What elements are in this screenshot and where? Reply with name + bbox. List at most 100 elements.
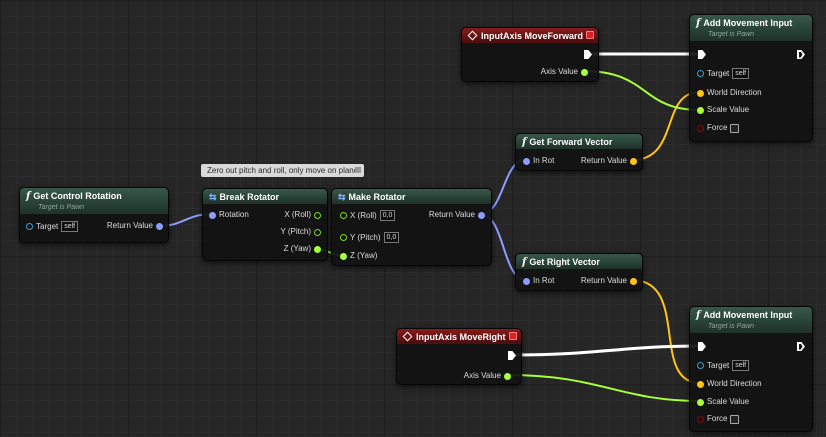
pin-label: Return Value xyxy=(106,221,153,230)
pin-exec-in[interactable] xyxy=(698,342,706,351)
float-pin-icon[interactable] xyxy=(697,106,704,114)
pin-target[interactable]: Target self xyxy=(697,360,750,371)
pin-scale-value[interactable]: Scale Value xyxy=(697,397,749,407)
pin-rotation[interactable]: Rotation xyxy=(209,210,249,220)
node-get-right-vector[interactable]: f Get Right Vector In Rot Return Value xyxy=(515,253,643,291)
function-icon: f xyxy=(26,191,31,202)
pin-exec-in[interactable] xyxy=(698,50,706,59)
x-roll-field[interactable]: 0,0 xyxy=(379,210,396,221)
vector-pin-icon[interactable] xyxy=(630,157,637,165)
pin-return-value[interactable]: Return Value xyxy=(581,276,637,286)
rotator-pin-icon[interactable] xyxy=(523,277,530,285)
exec-arrow-icon[interactable] xyxy=(698,50,706,59)
float-pin-icon[interactable] xyxy=(314,245,321,253)
vector-pin-icon[interactable] xyxy=(630,277,637,285)
event-diamond-icon xyxy=(402,331,413,342)
pin-label: Y (Pitch) xyxy=(350,232,381,242)
pin-label: Rotation xyxy=(219,210,249,219)
vector-pin-icon[interactable] xyxy=(697,380,704,388)
node-add-movement-input-forward[interactable]: f Add Movement Input Target is Pawn Targe… xyxy=(689,14,813,142)
pin-axis-value[interactable]: Axis Value xyxy=(541,67,588,77)
exec-arrow-icon[interactable] xyxy=(698,342,706,351)
pin-force[interactable]: Force xyxy=(697,414,740,424)
pin-world-direction[interactable]: World Direction xyxy=(697,379,762,389)
bool-pin-icon[interactable] xyxy=(697,124,704,132)
node-header[interactable]: ⇆ Break Rotator xyxy=(203,189,327,204)
float-pin-icon[interactable] xyxy=(314,228,321,236)
pin-in-rot[interactable]: In Rot xyxy=(523,276,554,286)
pin-world-direction[interactable]: World Direction xyxy=(697,88,762,98)
node-header[interactable]: f Add Movement Input Target is Pawn xyxy=(690,307,812,333)
event-close-icon xyxy=(586,31,594,39)
exec-arrow-icon[interactable] xyxy=(508,351,516,360)
pin-target[interactable]: Target self xyxy=(697,68,750,79)
pin-exec-out[interactable] xyxy=(797,50,805,59)
pin-target[interactable]: Target self xyxy=(26,221,79,232)
float-pin-icon[interactable] xyxy=(340,252,347,260)
node-header[interactable]: f Get Control Rotation Target is Pawn xyxy=(20,188,168,214)
pin-force[interactable]: Force xyxy=(697,123,740,133)
pin-y-pitch[interactable]: Y (Pitch) xyxy=(280,227,321,237)
rotator-pin-icon[interactable] xyxy=(209,211,216,219)
pin-in-rot[interactable]: In Rot xyxy=(523,156,554,166)
pin-label: Return Value xyxy=(428,210,475,219)
pin-exec-out[interactable] xyxy=(508,351,516,360)
exec-arrow-icon[interactable] xyxy=(584,50,592,59)
pin-x-roll[interactable]: X (Roll) 0,0 xyxy=(340,210,396,221)
node-get-control-rotation[interactable]: f Get Control Rotation Target is Pawn Tar… xyxy=(19,187,169,243)
pin-scale-value[interactable]: Scale Value xyxy=(697,105,749,115)
pin-return-value[interactable]: Return Value xyxy=(107,221,163,231)
rotator-pin-icon[interactable] xyxy=(156,222,163,230)
pin-return-value[interactable]: Return Value xyxy=(581,156,637,166)
pin-label: Axis Value xyxy=(540,67,578,76)
node-inputaxis-moveright[interactable]: InputAxis MoveRight Axis Value xyxy=(396,328,522,385)
rotator-pin-icon[interactable] xyxy=(478,211,485,219)
node-header[interactable]: InputAxis MoveRight xyxy=(397,329,521,344)
node-header[interactable]: InputAxis MoveForward xyxy=(462,28,598,43)
node-title: InputAxis MoveRight xyxy=(416,332,506,342)
target-self-field[interactable]: self xyxy=(732,360,750,371)
float-pin-icon[interactable] xyxy=(340,212,347,219)
node-header[interactable]: ⇆ Make Rotator xyxy=(332,189,491,204)
pin-return-value[interactable]: Return Value xyxy=(429,210,485,220)
pin-z-yaw[interactable]: Z (Yaw) xyxy=(284,244,321,254)
node-get-forward-vector[interactable]: f Get Forward Vector In Rot Return Value xyxy=(515,133,643,171)
bool-pin-icon[interactable] xyxy=(697,415,704,423)
force-checkbox[interactable] xyxy=(730,414,740,424)
pin-label: Target xyxy=(707,68,730,78)
pin-label: Target xyxy=(36,221,59,231)
node-make-rotator[interactable]: ⇆ Make Rotator X (Roll) 0,0 Y (Pitch) 0,0… xyxy=(331,188,492,266)
float-pin-icon[interactable] xyxy=(581,68,588,76)
float-pin-icon[interactable] xyxy=(697,398,704,406)
pin-exec-out[interactable] xyxy=(584,50,592,59)
force-checkbox[interactable] xyxy=(730,123,740,133)
exec-arrow-icon[interactable] xyxy=(797,342,805,351)
node-title: InputAxis MoveForward xyxy=(481,31,584,41)
pin-y-pitch[interactable]: Y (Pitch) 0,0 xyxy=(340,232,400,243)
node-title: Get Control Rotation xyxy=(33,191,122,201)
comment-bubble[interactable]: Zero out pitch and roll, only move on pl… xyxy=(201,164,365,177)
target-self-field[interactable]: self xyxy=(61,221,79,232)
node-header[interactable]: f Get Forward Vector xyxy=(516,134,642,149)
object-pin-icon[interactable] xyxy=(697,362,704,369)
pin-label: Return Value xyxy=(580,156,627,165)
pin-x-roll[interactable]: X (Roll) xyxy=(284,210,321,220)
float-pin-icon[interactable] xyxy=(314,211,321,219)
float-pin-icon[interactable] xyxy=(340,234,347,241)
pin-z-yaw[interactable]: Z (Yaw) xyxy=(340,251,377,261)
node-header[interactable]: f Add Movement Input Target is Pawn xyxy=(690,15,812,41)
node-inputaxis-moveforward[interactable]: InputAxis MoveForward Axis Value xyxy=(461,27,599,82)
node-break-rotator[interactable]: ⇆ Break Rotator Rotation X (Roll) Y (Pitc… xyxy=(202,188,328,261)
pin-axis-value[interactable]: Axis Value xyxy=(464,371,511,381)
object-pin-icon[interactable] xyxy=(697,70,704,77)
object-pin-icon[interactable] xyxy=(26,223,33,230)
node-add-movement-input-right[interactable]: f Add Movement Input Target is Pawn Targe… xyxy=(689,306,813,432)
float-pin-icon[interactable] xyxy=(504,372,511,380)
rotator-pin-icon[interactable] xyxy=(523,157,530,165)
exec-arrow-icon[interactable] xyxy=(797,50,805,59)
y-pitch-field[interactable]: 0,0 xyxy=(383,232,400,243)
pin-exec-out[interactable] xyxy=(797,342,805,351)
target-self-field[interactable]: self xyxy=(732,68,750,79)
node-header[interactable]: f Get Right Vector xyxy=(516,254,642,269)
vector-pin-icon[interactable] xyxy=(697,89,704,97)
